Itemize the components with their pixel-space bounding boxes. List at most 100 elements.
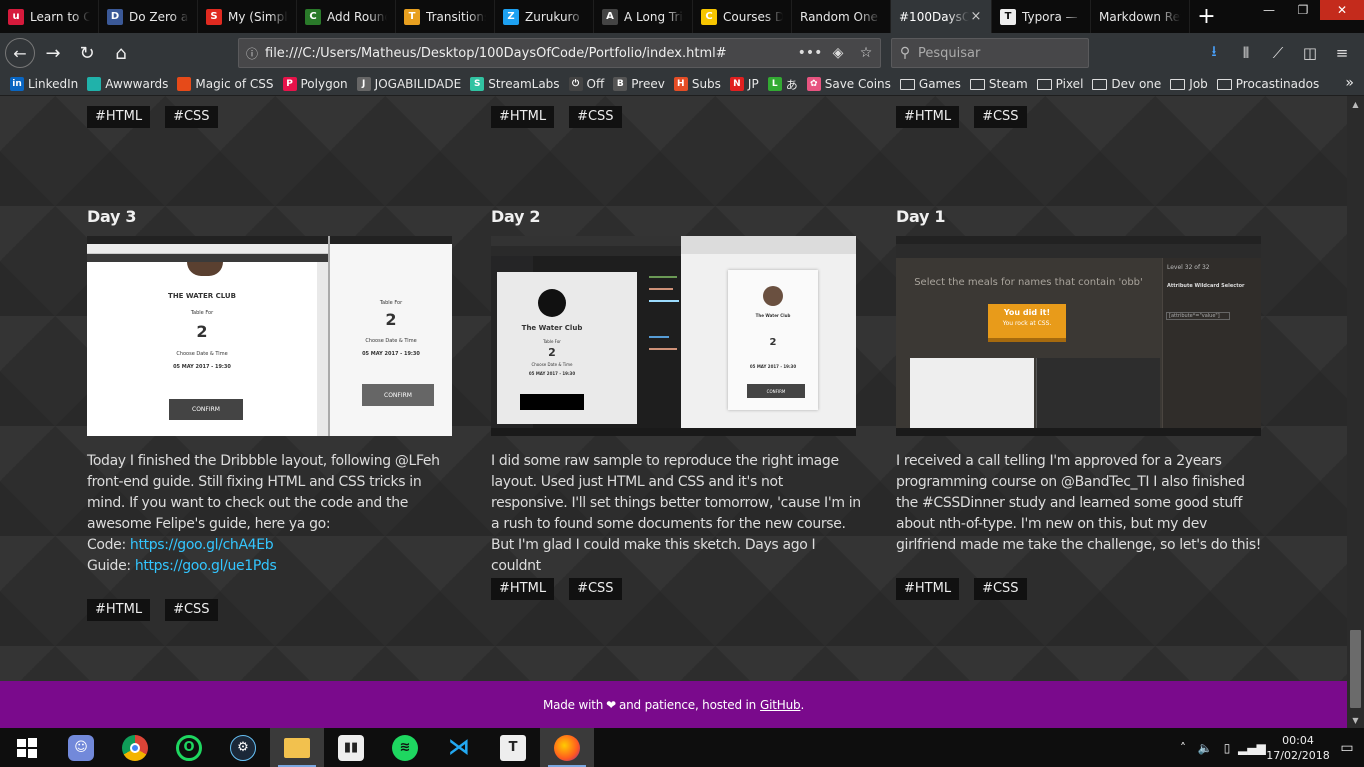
bookmark-item[interactable]: Job: [1170, 77, 1208, 91]
menu-icon[interactable]: ≡: [1326, 38, 1358, 68]
close-window-icon[interactable]: ✕: [1320, 0, 1364, 20]
bookmark-item[interactable]: S StreamLabs: [470, 77, 560, 91]
bookmark-item[interactable]: Steam: [969, 77, 1028, 91]
taskbar-spotify[interactable]: ≋: [378, 728, 432, 767]
browser-tab[interactable]: u Learn to Code: [0, 0, 99, 33]
taskbar-opera[interactable]: O: [162, 728, 216, 767]
folder-icon: [1170, 78, 1186, 90]
browser-tab[interactable]: A A Long Trip: [594, 0, 693, 33]
home-button[interactable]: ⌂: [105, 37, 137, 69]
page-scrollbar[interactable]: ▲ ▼: [1347, 96, 1364, 728]
clock[interactable]: 00:04 17/02/2018: [1266, 733, 1330, 763]
tag-css[interactable]: #CSS: [974, 578, 1027, 600]
spotify-icon: ≋: [392, 734, 418, 761]
bookmark-item[interactable]: J JOGABILIDADE: [356, 77, 461, 91]
volume-icon[interactable]: 🔈: [1194, 741, 1216, 755]
address-bar[interactable]: ⓘ file:///C:/Users/Matheus/Desktop/100Da…: [238, 38, 881, 68]
bookmark-item[interactable]: Dev one: [1092, 77, 1161, 91]
chevron-up-icon[interactable]: ˄: [1172, 741, 1194, 755]
url-text[interactable]: file:///C:/Users/Matheus/Desktop/100Days…: [265, 46, 796, 61]
window-controls: — ❐ ✕: [1252, 0, 1364, 33]
tag-html[interactable]: #HTML: [491, 106, 555, 128]
eyedropper-icon[interactable]: ⟋: [1262, 38, 1294, 68]
browser-tab[interactable]: #100DaysOfCode×: [891, 0, 992, 33]
taskbar-vscode[interactable]: ⋊: [432, 728, 486, 767]
tag-html[interactable]: #HTML: [87, 106, 151, 128]
post-tags-prev-3: #HTML #CSS: [896, 106, 1042, 128]
tag-html[interactable]: #HTML: [87, 599, 151, 621]
twitch-icon: ▮▮: [338, 734, 364, 761]
taskbar-steam[interactable]: ⚙: [216, 728, 270, 767]
browser-tab[interactable]: Random One: [792, 0, 891, 33]
github-link[interactable]: GitHub: [760, 698, 801, 712]
bookmark-label: Awwwards: [105, 77, 169, 91]
pocket-icon[interactable]: ◈: [824, 45, 852, 61]
tag-html[interactable]: #HTML: [491, 578, 555, 600]
bookmark-item[interactable]: Games: [899, 77, 961, 91]
sidebar-icon[interactable]: ◫: [1294, 38, 1326, 68]
browser-tab[interactable]: C Courses Dashboard: [693, 0, 792, 33]
taskbar-chrome[interactable]: [108, 728, 162, 767]
taskbar-firefox[interactable]: [540, 728, 594, 767]
tag-html[interactable]: #HTML: [896, 578, 960, 600]
taskbar-discord[interactable]: ☺: [54, 728, 108, 767]
bookmark-label: Games: [918, 77, 961, 91]
tag-css[interactable]: #CSS: [974, 106, 1027, 128]
bookmark-favicon-icon: J: [356, 77, 371, 91]
guide-link[interactable]: https://goo.gl/ue1Pds: [135, 558, 277, 574]
browser-tab[interactable]: S My (Simple) Workflow: [198, 0, 297, 33]
bookmark-item[interactable]: Procastinados: [1216, 77, 1319, 91]
bookmark-item[interactable]: Awwwards: [87, 77, 168, 91]
tag-css[interactable]: #CSS: [569, 106, 622, 128]
network-icon[interactable]: ▂▄▆: [1238, 741, 1266, 755]
tag-css[interactable]: #CSS: [165, 599, 218, 621]
taskbar-typora[interactable]: T: [486, 728, 540, 767]
notification-icon[interactable]: ▭: [1330, 728, 1364, 767]
bookmark-item[interactable]: N JP: [729, 77, 759, 91]
new-tab-button[interactable]: +: [1190, 0, 1223, 33]
battery-icon[interactable]: ▯: [1216, 741, 1238, 755]
bookmark-item[interactable]: P Polygon: [282, 77, 348, 91]
bookmark-item[interactable]: Pixel: [1036, 77, 1083, 91]
browser-tab[interactable]: C Add Rounded Corners: [297, 0, 396, 33]
tag-html[interactable]: #HTML: [896, 106, 960, 128]
browser-tab[interactable]: D Do Zero a Profissional: [99, 0, 198, 33]
bookmark-item[interactable]: in LinkedIn: [10, 77, 78, 91]
code-link[interactable]: https://goo.gl/chA4Eb: [130, 537, 274, 553]
bookmark-item[interactable]: Magic of CSS: [177, 77, 274, 91]
bookmark-item[interactable]: B Preev: [613, 77, 665, 91]
taskbar-twitch[interactable]: ▮▮: [324, 728, 378, 767]
scroll-up-icon[interactable]: ▲: [1347, 96, 1364, 112]
scroll-down-icon[interactable]: ▼: [1347, 712, 1364, 728]
browser-tab[interactable]: Z Zurukuro: [495, 0, 594, 33]
tag-css[interactable]: #CSS: [165, 106, 218, 128]
post-day-2: Day 2 The Water Club Table For 2 Choose …: [491, 207, 861, 600]
more-bookmarks-icon[interactable]: »: [1345, 75, 1354, 91]
library-icon[interactable]: ⫴: [1230, 38, 1262, 68]
bookmark-star-icon[interactable]: ☆: [852, 45, 880, 61]
bookmark-item[interactable]: ⏻ Off: [568, 77, 604, 91]
forward-button[interactable]: →: [37, 37, 69, 69]
bookmark-favicon-icon: in: [10, 77, 24, 91]
taskbar-file-explorer[interactable]: [270, 728, 324, 767]
bookmark-item[interactable]: H Subs: [673, 77, 721, 91]
close-tab-icon[interactable]: ×: [969, 9, 983, 24]
start-button[interactable]: [0, 728, 54, 767]
minimize-icon[interactable]: —: [1252, 0, 1286, 20]
info-icon[interactable]: ⓘ: [239, 45, 265, 62]
tag-css[interactable]: #CSS: [569, 578, 622, 600]
scrollbar-thumb[interactable]: [1350, 630, 1361, 708]
download-icon[interactable]: ⭳: [1198, 38, 1230, 68]
browser-tab[interactable]: T Typora — Markdown: [992, 0, 1091, 33]
bookmark-label: Steam: [988, 77, 1028, 91]
search-box[interactable]: ⚲: [891, 38, 1089, 68]
search-input[interactable]: [918, 45, 1078, 61]
page-actions-button[interactable]: •••: [796, 45, 824, 61]
browser-tab[interactable]: Markdown Reference: [1091, 0, 1190, 33]
bookmark-item[interactable]: ✿ Save Coins: [806, 77, 891, 91]
reload-button[interactable]: ↻: [71, 37, 103, 69]
back-button[interactable]: ←: [5, 38, 35, 68]
bookmark-item[interactable]: Lあ: [767, 76, 798, 93]
browser-tab[interactable]: T Transitions: [396, 0, 495, 33]
restore-icon[interactable]: ❐: [1286, 0, 1320, 20]
